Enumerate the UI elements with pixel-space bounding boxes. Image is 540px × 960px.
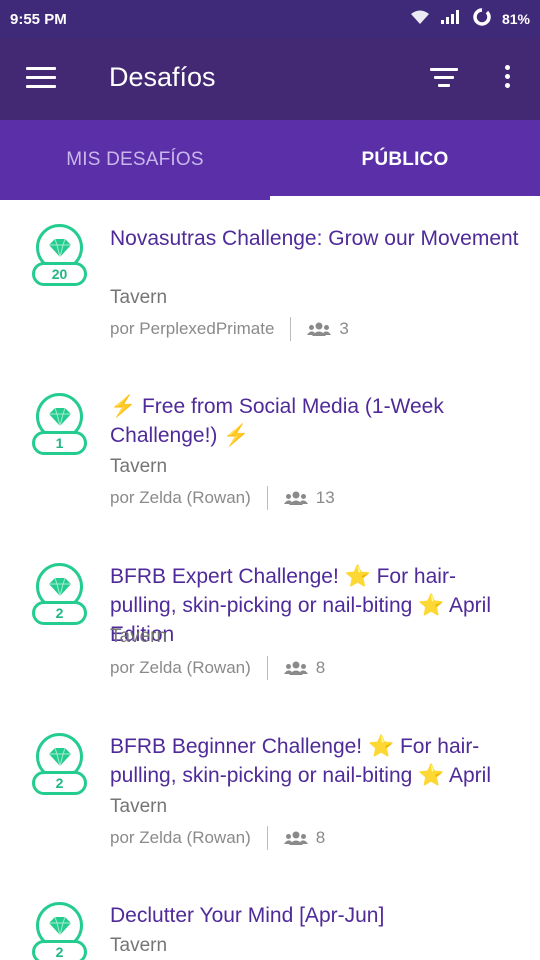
badge-count: 1	[32, 431, 87, 455]
challenge-title[interactable]: ⚡ Free from Social Media (1-Week Challen…	[110, 392, 520, 450]
challenge-meta: por PerplexedPrimate 3	[110, 317, 349, 341]
divider	[266, 826, 268, 850]
challenge-title[interactable]: Novasutras Challenge: Grow our Movement	[110, 224, 520, 253]
challenge-title[interactable]: BFRB Beginner Challenge! ⭐ For hair-pull…	[110, 732, 520, 790]
gem-badge: 1	[32, 393, 87, 459]
gem-badge: 2	[32, 902, 87, 960]
gem-icon	[48, 916, 71, 935]
challenge-group[interactable]: Tavern	[110, 935, 167, 957]
challenge-title[interactable]: Declutter Your Mind [Apr-Jun]	[110, 901, 520, 930]
tab-bar: MIS DESAFÍOS PÚBLICO	[0, 120, 540, 200]
challenge-item[interactable]: 2 BFRB Beginner Challenge! ⭐ For hair-pu…	[0, 710, 540, 880]
gem-icon	[48, 577, 71, 596]
gem-icon	[48, 238, 71, 257]
signal-icon	[440, 9, 462, 30]
challenge-author: por Zelda (Rowan)	[110, 658, 251, 677]
challenge-meta: por Zelda (Rowan) 8	[110, 826, 325, 850]
more-vert-icon[interactable]	[497, 65, 517, 93]
divider	[266, 656, 268, 680]
gem-icon	[48, 407, 71, 426]
gem-badge: 20	[32, 224, 87, 290]
challenge-group[interactable]: Tavern	[110, 796, 167, 818]
badge-count: 2	[32, 771, 87, 795]
tab-publico[interactable]: PÚBLICO	[270, 120, 540, 200]
member-count: 3	[339, 319, 349, 338]
badge-count: 2	[32, 940, 87, 960]
tab-label: MIS DESAFÍOS	[66, 149, 204, 170]
page-title: Desafíos	[109, 62, 216, 92]
battery-percent: 81%	[501, 11, 530, 27]
members-icon	[283, 831, 308, 845]
challenge-meta: por Zelda (Rowan) 13	[110, 486, 335, 510]
filter-icon[interactable]	[430, 68, 458, 90]
challenge-group[interactable]: Tavern	[110, 287, 167, 309]
challenge-author: por Zelda (Rowan)	[110, 488, 251, 507]
tab-mis-desafios[interactable]: MIS DESAFÍOS	[0, 120, 270, 200]
status-time: 9:55 PM	[10, 10, 67, 28]
challenge-item[interactable]: 20 Novasutras Challenge: Grow our Moveme…	[0, 200, 540, 370]
challenge-group[interactable]: Tavern	[110, 626, 167, 648]
battery-ring-icon	[472, 7, 492, 32]
divider	[266, 486, 268, 510]
status-icons: 81%	[410, 7, 530, 32]
members-icon	[283, 661, 308, 675]
challenge-item[interactable]: 2 BFRB Expert Challenge! ⭐ For hair-pull…	[0, 540, 540, 710]
member-count: 13	[315, 488, 335, 507]
member-count: 8	[315, 658, 326, 677]
challenge-group[interactable]: Tavern	[110, 456, 167, 478]
badge-count: 20	[32, 262, 87, 286]
wifi-icon	[410, 9, 430, 30]
gem-badge: 2	[32, 563, 87, 629]
challenge-meta: por Zelda (Rowan) 8	[110, 656, 325, 680]
member-count: 8	[315, 828, 326, 847]
challenge-author: por PerplexedPrimate	[110, 319, 275, 338]
challenge-title[interactable]: BFRB Expert Challenge! ⭐ For hair-pullin…	[110, 562, 520, 649]
status-bar: 9:55 PM 81%	[0, 0, 540, 38]
gem-badge: 2	[32, 733, 87, 799]
challenge-author: por Zelda (Rowan)	[110, 828, 251, 847]
challenge-item[interactable]: 1 ⚡ Free from Social Media (1-Week Chall…	[0, 370, 540, 540]
tab-label: PÚBLICO	[361, 149, 449, 170]
challenge-item[interactable]: 2 Declutter Your Mind [Apr-Jun] Tavern	[0, 880, 540, 960]
members-icon	[283, 491, 308, 505]
app-bar: Desafíos	[0, 38, 540, 120]
members-icon	[307, 322, 332, 336]
menu-icon[interactable]	[26, 67, 56, 89]
badge-count: 2	[32, 601, 87, 625]
divider	[290, 317, 292, 341]
gem-icon	[48, 747, 71, 766]
